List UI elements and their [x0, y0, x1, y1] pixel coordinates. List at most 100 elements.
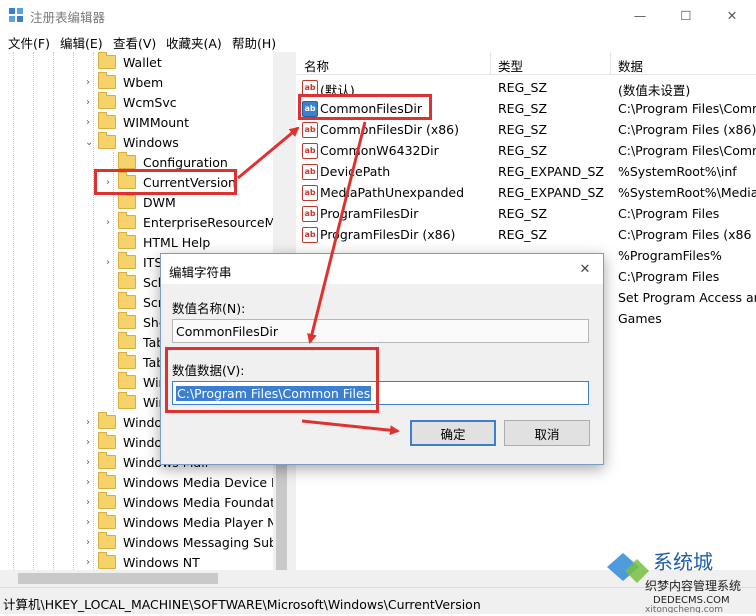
value-name: ProgramFilesDir (x86): [320, 227, 456, 242]
value-data: %SystemRoot%\Media: [618, 185, 756, 200]
tree-item[interactable]: ITS: [118, 252, 162, 272]
folder-icon: [118, 232, 136, 249]
chevron-down-icon[interactable]: ⌄: [85, 137, 93, 148]
column-data[interactable]: 数据: [618, 56, 643, 75]
folder-icon: [118, 332, 136, 349]
dialog-title-bar[interactable]: 编辑字符串 ✕: [161, 254, 603, 284]
folder-icon: [98, 432, 116, 449]
chevron-right-icon[interactable]: ›: [86, 417, 90, 428]
tree-item[interactable]: Sch: [118, 272, 166, 292]
minimize-button[interactable]: —: [617, 0, 663, 30]
tree-item[interactable]: Wir: [118, 392, 164, 412]
column-type[interactable]: 类型: [498, 56, 523, 75]
tree-guide-line: [93, 52, 94, 570]
value-data: (数值未设置): [618, 83, 691, 98]
chevron-right-icon[interactable]: ›: [86, 77, 90, 88]
column-divider[interactable]: [490, 52, 491, 74]
value-type: REG_SZ: [498, 143, 548, 158]
column-divider[interactable]: [610, 52, 611, 74]
value-data: C:\Program Files: [618, 206, 720, 221]
highlight-box-commonfilesdir: [298, 94, 432, 120]
tree-item-windows[interactable]: Windows: [98, 132, 179, 152]
tree-guide-line: [53, 52, 54, 570]
chevron-right-icon[interactable]: ›: [86, 97, 90, 108]
tree-item[interactable]: Windows Media Foundatio: [98, 492, 286, 512]
chevron-right-icon[interactable]: ›: [86, 477, 90, 488]
folder-icon: [98, 552, 116, 569]
value-name-field: CommonFilesDir: [172, 319, 589, 343]
tree-guide-line: [13, 52, 14, 570]
maximize-button[interactable]: ☐: [663, 0, 709, 30]
list-row[interactable]: ab CommonFilesDir (x86) REG_SZ C:\Progra…: [296, 119, 756, 140]
value-type: REG_EXPAND_SZ: [498, 185, 604, 200]
value-name-label: 数值名称(N):: [172, 301, 246, 316]
tree-item[interactable]: Tab: [118, 332, 164, 352]
value-data: C:\Program Files (x86)\C: [618, 122, 756, 137]
menu-help[interactable]: 帮助(H): [232, 33, 276, 52]
tree-item[interactable]: Windows NT: [98, 552, 200, 570]
value-data: %ProgramFiles%: [618, 248, 722, 263]
chevron-right-icon[interactable]: ›: [86, 517, 90, 528]
tree-item[interactable]: Windo: [98, 412, 162, 432]
tree-item[interactable]: Windows Messaging Subs: [98, 532, 283, 552]
tree-item[interactable]: DWM: [118, 192, 176, 212]
tree-guide-line: [33, 52, 34, 570]
tree-item[interactable]: Wallet: [98, 52, 162, 72]
menu-favorites[interactable]: 收藏夹(A): [166, 33, 222, 52]
tree-item-label: Windows Media Player NS: [123, 514, 285, 530]
tree-item[interactable]: Windo: [98, 432, 162, 452]
chevron-right-icon[interactable]: ›: [86, 497, 90, 508]
chevron-right-icon[interactable]: ›: [106, 257, 110, 268]
value-data: Games: [618, 311, 662, 326]
ok-button[interactable]: 确定: [410, 420, 496, 446]
folder-icon: [98, 52, 116, 69]
value-data: C:\Program Files (x86: [618, 227, 752, 242]
tree-item[interactable]: Windows Media Device M: [98, 472, 282, 492]
chevron-right-icon[interactable]: ›: [106, 217, 110, 228]
tree-item[interactable]: WIMMount: [98, 112, 189, 132]
folder-icon: [118, 392, 136, 409]
chevron-right-icon[interactable]: ›: [86, 557, 90, 568]
list-row[interactable]: ab ProgramFilesDir REG_SZ C:\Program Fil…: [296, 203, 756, 224]
value-name: CommonW6432Dir: [320, 143, 439, 158]
chevron-right-icon[interactable]: ›: [86, 457, 90, 468]
title-bar: 注册表编辑器 — ☐ ✕: [0, 0, 756, 30]
tree-item[interactable]: Windows Media Player NS: [98, 512, 284, 532]
tree-item-label: HTML Help: [143, 234, 211, 250]
menu-edit[interactable]: 编辑(E): [60, 33, 103, 52]
tree-item[interactable]: WcmSvc: [98, 92, 177, 112]
value-name-text: CommonFilesDir: [176, 324, 278, 339]
svg-text:xitongcheng.com: xitongcheng.com: [645, 605, 723, 613]
list-row[interactable]: ab ProgramFilesDir (x86) REG_SZ C:\Progr…: [296, 224, 756, 245]
cancel-button[interactable]: 取消: [504, 420, 590, 446]
tree-hscroll-thumb[interactable]: [18, 573, 218, 584]
chevron-right-icon[interactable]: ›: [86, 537, 90, 548]
menu-view[interactable]: 查看(V): [113, 33, 156, 52]
list-row[interactable]: ab MediaPathUnexpanded REG_EXPAND_SZ %Sy…: [296, 182, 756, 203]
folder-icon: [118, 292, 136, 309]
regedit-icon: [9, 8, 23, 22]
folder-icon: [98, 492, 116, 509]
column-name[interactable]: 名称: [304, 56, 329, 75]
dialog-close-button[interactable]: ✕: [567, 254, 603, 284]
tree-item[interactable]: EnterpriseResourceMa: [118, 212, 283, 232]
close-button[interactable]: ✕: [709, 0, 755, 30]
list-row[interactable]: ab CommonW6432Dir REG_SZ C:\Program File…: [296, 140, 756, 161]
list-row[interactable]: ab DevicePath REG_EXPAND_SZ %SystemRoot%…: [296, 161, 756, 182]
value-type: REG_SZ: [498, 122, 548, 137]
watermark: 系统城 织梦内容管理系统 DEDECMS.COM xitongcheng.com: [605, 545, 756, 615]
tree-item[interactable]: Wbem: [98, 72, 163, 92]
tree-item[interactable]: Tab: [118, 352, 164, 372]
status-path: 计算机\HKEY_LOCAL_MACHINE\SOFTWARE\Microsof…: [3, 597, 481, 612]
value-name: CommonFilesDir (x86): [320, 122, 459, 137]
tree-item[interactable]: HTML Help: [118, 232, 210, 252]
value-type: REG_SZ: [498, 227, 548, 242]
string-value-icon: ab: [302, 227, 318, 243]
chevron-right-icon[interactable]: ›: [86, 117, 90, 128]
tree-item[interactable]: Wir: [118, 372, 164, 392]
tree-item[interactable]: Scr: [118, 292, 163, 312]
folder-icon: [118, 372, 136, 389]
folder-open-icon: [98, 132, 116, 149]
chevron-right-icon[interactable]: ›: [86, 437, 90, 448]
menu-file[interactable]: 文件(F): [8, 33, 50, 52]
